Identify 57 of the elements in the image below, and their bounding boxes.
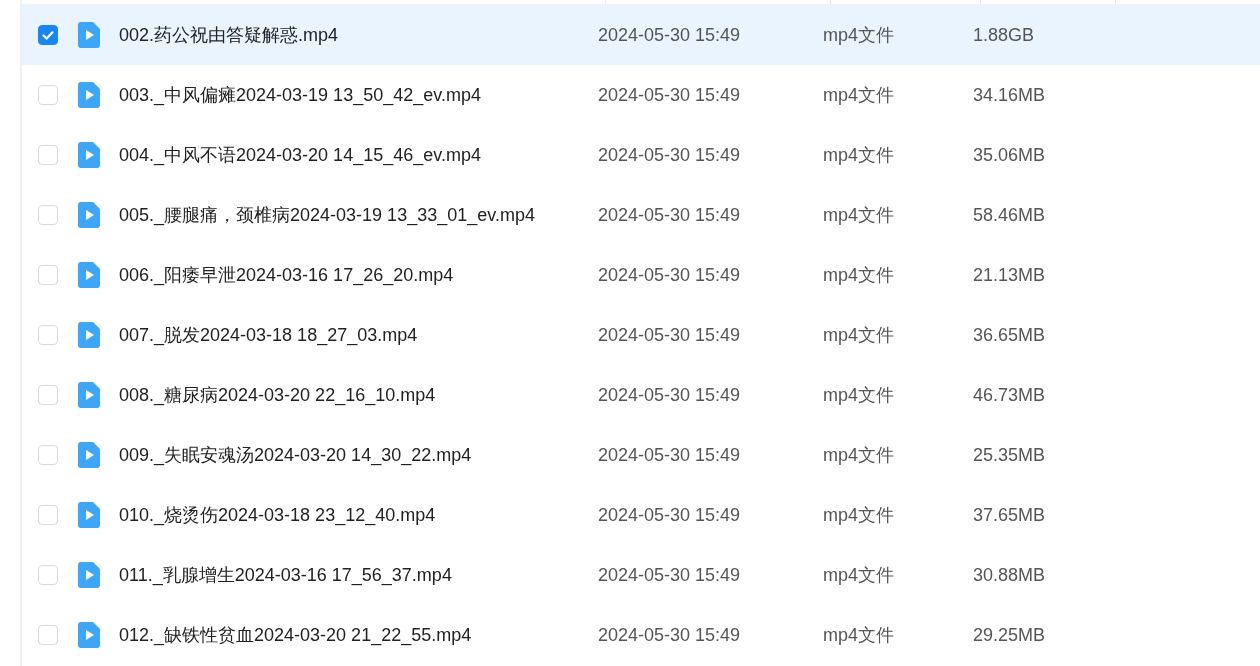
file-name: 002.药公祝由答疑解惑.mp4 [119,24,340,47]
file-name: 006._阳痿早泄2024-03-16 17_26_20.mp4 [119,264,455,287]
file-size: 1.88GB [973,24,1035,46]
video-file-icon [78,82,100,108]
video-file-icon [78,442,100,468]
modified-date: 2024-05-30 15:49 [598,624,742,646]
file-type: mp4文件 [823,444,895,467]
file-size: 35.06MB [973,144,1046,166]
file-name: 004._中风不语2024-03-20 14_15_46_ev.mp4 [119,144,482,167]
checkbox[interactable] [38,25,58,45]
video-file-icon [78,202,100,228]
file-type: mp4文件 [823,324,895,347]
video-file-icon [78,142,100,168]
video-file-icon [78,382,100,408]
file-name: 011._乳腺增生2024-03-16 17_56_37.mp4 [119,564,453,587]
file-name: 009._失眠安魂汤2024-03-20 14_30_22.mp4 [119,444,473,467]
file-type: mp4文件 [823,384,895,407]
file-name: 008._糖尿病2024-03-20 22_16_10.mp4 [119,384,437,407]
file-type: mp4文件 [823,84,895,107]
file-size: 37.65MB [973,504,1046,526]
file-type: mp4文件 [823,264,895,287]
file-name: 003._中风偏瘫2024-03-19 13_50_42_ev.mp4 [119,84,482,107]
modified-date: 2024-05-30 15:49 [598,504,742,526]
video-file-icon [78,562,100,588]
file-row[interactable]: 002.药公祝由答疑解惑.mp4 2024-05-30 15:49 mp4文件 1.88GB [22,5,1260,65]
modified-date: 2024-05-30 15:49 [598,84,742,106]
file-size: 58.46MB [973,204,1046,226]
file-name: 005._腰腿痛，颈椎病2024-03-19 13_33_01_ev.mp4 [119,204,536,227]
file-type: mp4文件 [823,204,895,227]
modified-date: 2024-05-30 15:49 [598,564,742,586]
file-type: mp4文件 [823,564,895,587]
video-file-icon [78,322,100,348]
file-size: 29.25MB [973,624,1046,646]
file-size: 46.73MB [973,384,1046,406]
video-file-icon [78,502,100,528]
modified-date: 2024-05-30 15:49 [598,144,742,166]
video-file-icon [78,22,100,48]
file-name: 007._脱发2024-03-18 18_27_03.mp4 [119,324,419,347]
modified-date: 2024-05-30 15:49 [598,204,742,226]
file-name: 012._缺铁性贫血2024-03-20 21_22_55.mp4 [119,624,473,647]
file-size: 30.88MB [973,564,1046,586]
modified-date: 2024-05-30 15:49 [598,324,742,346]
modified-date: 2024-05-30 15:49 [598,264,742,286]
file-type: mp4文件 [823,24,895,47]
modified-date: 2024-05-30 15:49 [598,384,742,406]
file-size: 34.16MB [973,84,1046,106]
file-size: 21.13MB [973,264,1046,286]
modified-date: 2024-05-30 15:49 [598,444,742,466]
video-file-icon [78,622,100,648]
file-name: 010._烧烫伤2024-03-18 23_12_40.mp4 [119,504,437,527]
modified-date: 2024-05-30 15:49 [598,24,742,46]
file-size: 25.35MB [973,444,1046,466]
file-type: mp4文件 [823,144,895,167]
file-type: mp4文件 [823,624,895,647]
video-file-icon [78,262,100,288]
file-size: 36.65MB [973,324,1046,346]
file-type: mp4文件 [823,504,895,527]
